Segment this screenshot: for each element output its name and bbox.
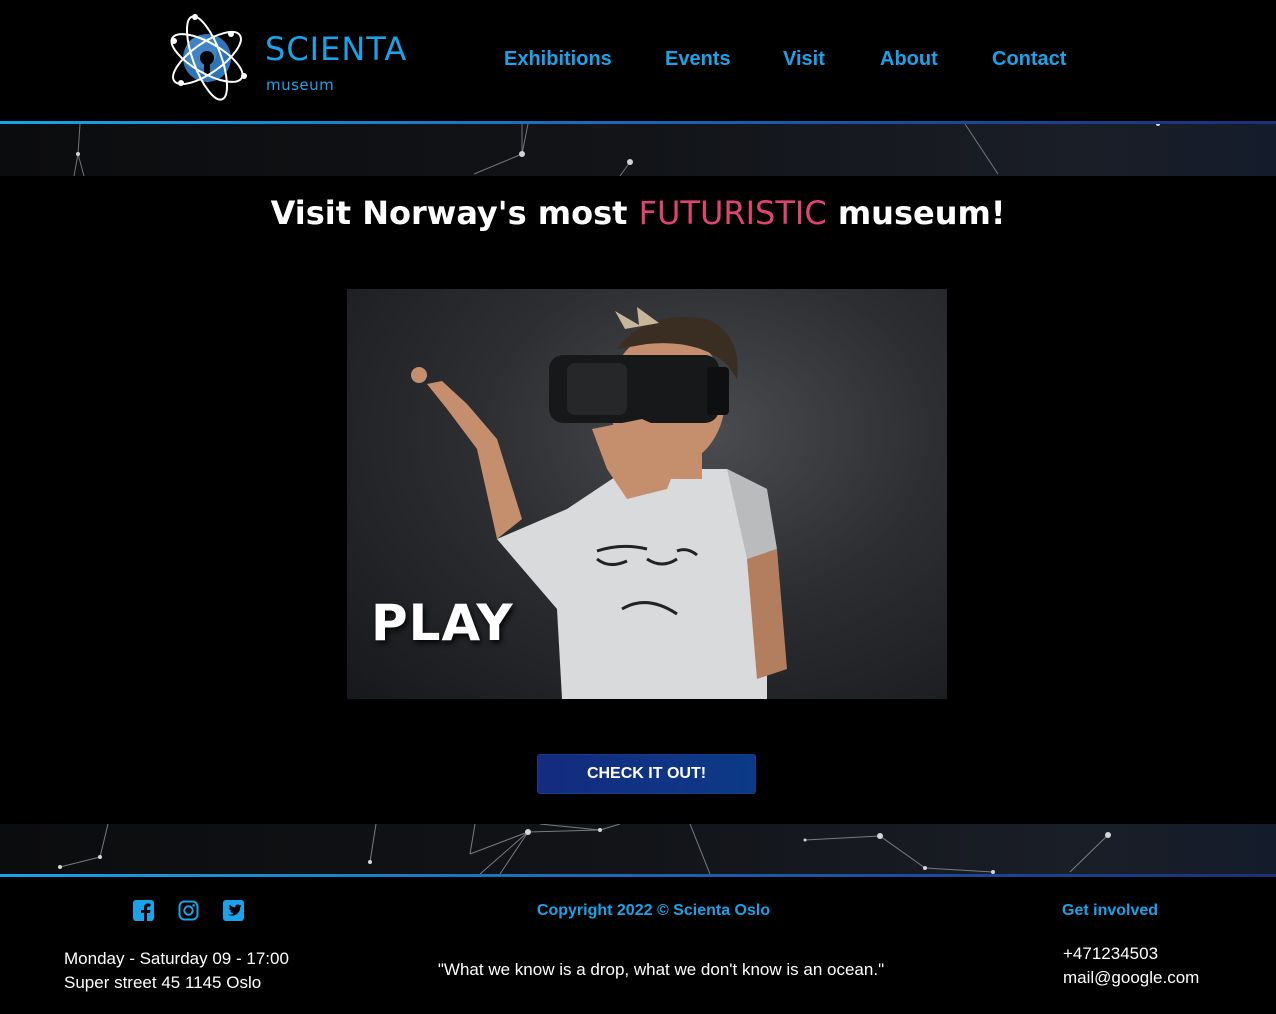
phone-number[interactable]: +471234503 — [1063, 944, 1158, 964]
headline-prefix: Visit Norway's most — [270, 194, 639, 232]
email-address[interactable]: mail@google.com — [1063, 968, 1199, 988]
hero-image[interactable]: PLAY — [347, 289, 947, 699]
nav-exhibitions[interactable]: Exhibitions — [504, 48, 612, 71]
site-header: SCIENTA museum Exhibitions Events Visit … — [0, 0, 1276, 122]
brand-name[interactable]: SCIENTA — [265, 30, 407, 68]
network-pattern — [73, 124, 1160, 176]
get-involved-heading: Get involved — [1062, 902, 1159, 919]
page-headline: Visit Norway's most FUTURISTIC museum! — [0, 194, 1276, 232]
nav-contact[interactable]: Contact — [992, 48, 1066, 71]
headline-suffix: museum! — [826, 194, 1006, 232]
headline-accent: FUTURISTIC — [638, 194, 827, 232]
network-pattern — [58, 824, 1111, 874]
nav-about[interactable]: About — [880, 48, 938, 71]
network-band-bottom — [0, 824, 1276, 874]
network-band-top — [0, 124, 1276, 176]
nav-visit[interactable]: Visit — [783, 48, 825, 71]
play-overlay-label: PLAY — [371, 594, 514, 652]
atom-logo-icon[interactable] — [165, 12, 249, 104]
nav-events[interactable]: Events — [665, 48, 731, 71]
check-it-out-button[interactable]: CHECK IT OUT! — [537, 754, 756, 794]
footer-divider — [0, 874, 1276, 877]
brand-subtitle[interactable]: museum — [266, 76, 334, 94]
